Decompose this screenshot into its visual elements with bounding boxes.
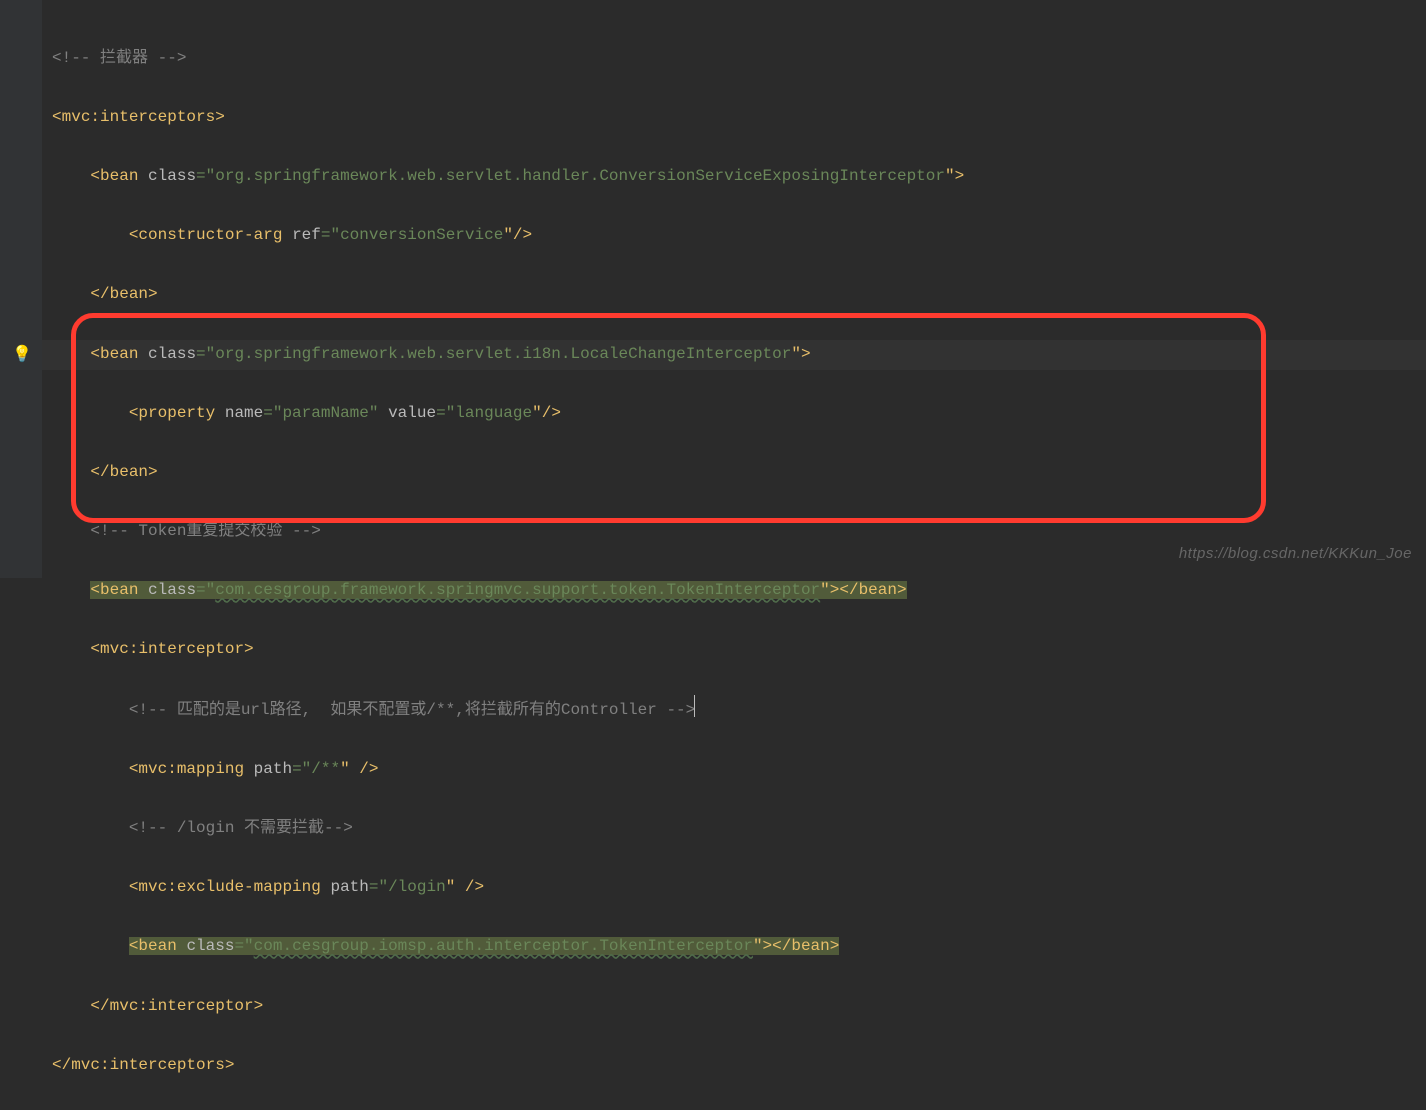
intention-bulb-icon[interactable]: 💡 bbox=[12, 341, 32, 371]
code-line[interactable]: <property name="paramName" value="langua… bbox=[52, 399, 964, 429]
code-line[interactable]: <mvc:mapping path="/**" /> bbox=[52, 755, 964, 785]
code-line[interactable]: </bean> bbox=[52, 458, 964, 488]
xml-comment: <!-- /login 不需要拦截--> bbox=[52, 819, 353, 837]
code-line[interactable]: </mvc:interceptors> bbox=[52, 1051, 964, 1081]
xml-attr: ref bbox=[292, 226, 321, 244]
xml-tag: mvc:interceptors bbox=[71, 1056, 225, 1074]
xml-attr: value bbox=[388, 404, 436, 422]
xml-tag: bean bbox=[100, 581, 138, 599]
xml-attr: class bbox=[148, 581, 196, 599]
code-line[interactable]: <mvc:interceptors> bbox=[52, 103, 964, 133]
xml-attr-value: /** bbox=[311, 760, 340, 778]
code-line[interactable]: <constructor-arg ref="conversionService"… bbox=[52, 221, 964, 251]
code-line[interactable]: <bean class="org.springframework.web.ser… bbox=[52, 340, 964, 370]
xml-attr-value: language bbox=[455, 404, 532, 422]
xml-tag: bean bbox=[110, 463, 148, 481]
code-line[interactable]: <mvc:exclude-mapping path="/login" /> bbox=[52, 873, 964, 903]
xml-attr: class bbox=[186, 937, 234, 955]
code-line[interactable]: <!-- /login 不需要拦截--> bbox=[52, 814, 964, 844]
xml-attr-value: org.springframework.web.servlet.handler.… bbox=[215, 167, 945, 185]
xml-comment: <!-- 拦截器 --> bbox=[52, 49, 186, 67]
xml-tag: mvc:interceptor bbox=[110, 997, 254, 1015]
xml-comment: <!-- Token重复提交校验 --> bbox=[52, 522, 321, 540]
gutter bbox=[0, 0, 42, 578]
xml-attr: path bbox=[254, 760, 292, 778]
xml-attr-value: conversionService bbox=[340, 226, 503, 244]
code-line[interactable]: </bean> bbox=[52, 280, 964, 310]
code-line[interactable]: <mvc:interceptor> bbox=[52, 635, 964, 665]
code-line[interactable]: <bean class="com.cesgroup.iomsp.auth.int… bbox=[52, 932, 964, 962]
code-editor[interactable]: <!-- 拦截器 --> <mvc:interceptors> <bean cl… bbox=[52, 14, 964, 1110]
xml-tag: bean bbox=[100, 167, 138, 185]
xml-tag: bean bbox=[138, 937, 176, 955]
xml-tag: bean bbox=[100, 345, 138, 363]
code-line[interactable]: <!-- 拦截器 --> bbox=[52, 44, 964, 74]
xml-tag: mvc:interceptor bbox=[100, 640, 244, 658]
xml-attr-value: com.cesgroup.framework.springmvc.support… bbox=[215, 581, 820, 599]
xml-tag: property bbox=[138, 404, 215, 422]
code-line[interactable]: <bean class="org.springframework.web.ser… bbox=[52, 162, 964, 192]
code-line[interactable]: </mvc:interceptor> bbox=[52, 992, 964, 1022]
xml-comment: <!-- 匹配的是url路径, 如果不配置或/**,将拦截所有的Controll… bbox=[52, 701, 695, 719]
xml-attr: path bbox=[330, 878, 368, 896]
xml-attr-value: paramName bbox=[282, 404, 368, 422]
xml-tag: mvc:mapping bbox=[138, 760, 244, 778]
xml-tag: constructor-arg bbox=[138, 226, 282, 244]
xml-attr: name bbox=[225, 404, 263, 422]
xml-tag: mvc:interceptors bbox=[62, 108, 216, 126]
xml-attr: class bbox=[148, 345, 196, 363]
watermark-text: https://blog.csdn.net/KKKun_Joe bbox=[1179, 540, 1412, 568]
code-line[interactable]: <!-- 匹配的是url路径, 如果不配置或/**,将拦截所有的Controll… bbox=[52, 695, 964, 726]
xml-attr: class bbox=[148, 167, 196, 185]
code-line[interactable]: <!-- Token重复提交校验 --> bbox=[52, 517, 964, 547]
xml-tag: bean bbox=[110, 285, 148, 303]
code-line[interactable]: <bean class="com.cesgroup.framework.spri… bbox=[52, 576, 964, 606]
xml-attr-value: com.cesgroup.iomsp.auth.interceptor.Toke… bbox=[254, 937, 753, 955]
xml-tag: mvc:exclude-mapping bbox=[138, 878, 320, 896]
xml-attr-value: org.springframework.web.servlet.i18n.Loc… bbox=[215, 345, 791, 363]
text-caret-icon bbox=[694, 695, 695, 717]
xml-attr-value: /login bbox=[388, 878, 446, 896]
